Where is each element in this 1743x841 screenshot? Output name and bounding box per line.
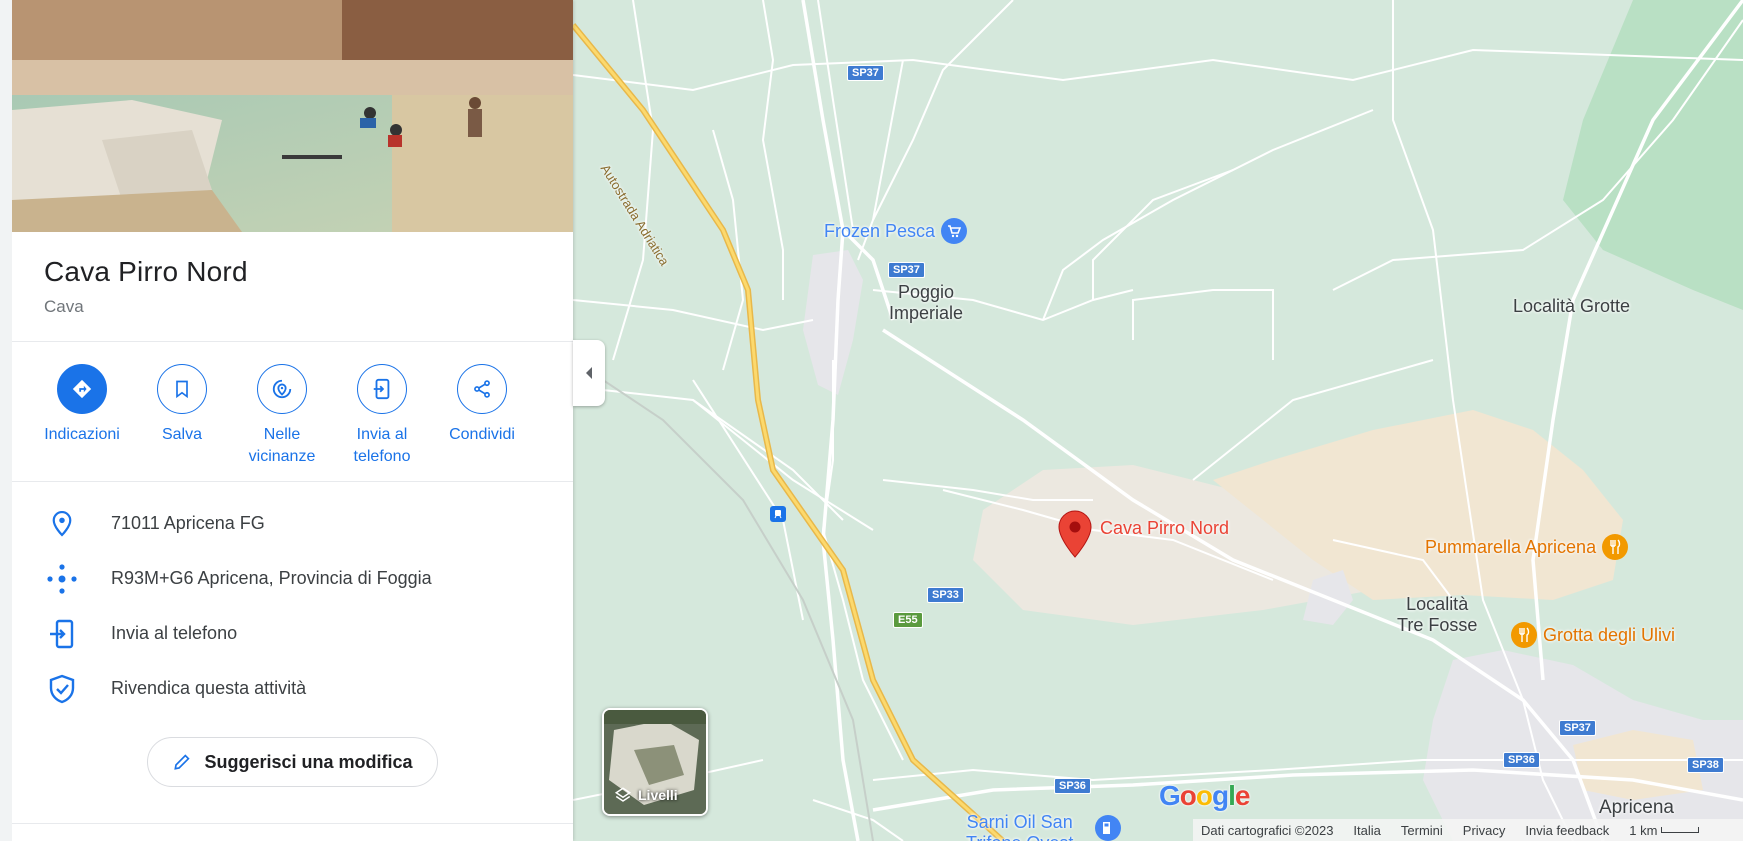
road-shield-sp37: SP37 [847, 65, 884, 81]
road-shield-sp33: SP33 [927, 587, 964, 603]
poi-frozen-pesca[interactable]: Frozen Pesca [824, 218, 968, 244]
send-to-phone-icon [50, 619, 74, 648]
pencil-icon [174, 754, 191, 770]
place-title: Cava Pirro Nord [44, 256, 248, 287]
map-pin-icon [1058, 510, 1092, 558]
claim-business-row[interactable]: Rivendica questa attività [12, 661, 573, 716]
send-to-phone-text: Invia al telefono [111, 623, 238, 643]
address-row[interactable]: 71011 Apricena FG [12, 496, 573, 551]
layers-label: Livelli [638, 787, 678, 803]
suggest-edit-label: Suggerisci una modifica [204, 751, 413, 772]
map-footer: Dati cartografici ©2023 Italia Termini P… [1193, 819, 1743, 841]
road-shield-sp38: SP38 [1687, 757, 1724, 773]
save-label: Salva [161, 426, 203, 443]
poi-label: Grotta degli Ulivi [1543, 624, 1676, 645]
place-panel: Cava Pirro Nord Cava Indicazioni Salva N… [0, 0, 573, 841]
poi-label-sarni-oil: Sarni Oil San Trifone Ovest [966, 812, 1073, 841]
restaurant-icon [1602, 534, 1629, 560]
poi-label: Pummarella Apricena [1425, 536, 1597, 557]
panel-divider [12, 823, 573, 824]
scale-bar-line [1661, 827, 1700, 833]
poi-label: Frozen Pesca [824, 220, 936, 241]
train-station-icon[interactable] [770, 506, 786, 522]
google-logo: Google [1159, 780, 1250, 811]
restaurant-icon [1511, 622, 1537, 648]
map-base [573, 0, 1743, 841]
share-icon [474, 380, 490, 398]
action-bar: Indicazioni Salva Nelle vicinanze Invia … [12, 342, 573, 482]
road-shield-sp36: SP36 [1054, 778, 1091, 794]
privacy-link[interactable]: Privacy [1463, 823, 1506, 838]
poi-grotta-degli-ulivi[interactable]: Grotta degli Ulivi [1511, 622, 1675, 648]
nearby-button[interactable]: Nelle vicinanze [232, 364, 332, 481]
town-label-apricena: Apricena [1599, 797, 1674, 818]
road-shield-sp37: SP37 [1559, 720, 1596, 736]
plus-code-text: R93M+G6 Apricena, Provincia di Foggia [111, 568, 432, 588]
selected-place-label: Cava Pirro Nord [1100, 517, 1230, 538]
area-label-tre-fosse: Località Tre Fosse [1397, 594, 1478, 635]
terms-link[interactable]: Termini [1401, 823, 1443, 838]
info-list: 71011 Apricena FG R93M+G6 Apricena, Prov… [12, 482, 573, 716]
collapse-panel-button[interactable] [573, 340, 605, 406]
plus-code-icon [47, 563, 77, 594]
send-to-phone-button[interactable]: Invia al telefono [332, 364, 432, 481]
selected-place-marker[interactable]: Cava Pirro Nord [1056, 510, 1230, 559]
town-label-poggio-imperiale: Poggio Imperiale [889, 282, 964, 323]
suggest-edit-button[interactable]: Suggerisci una modifica [147, 737, 438, 787]
shopping-cart-icon [941, 218, 968, 244]
save-button[interactable]: Salva [132, 364, 232, 481]
gas-station-icon[interactable] [1095, 815, 1121, 841]
plus-code-row[interactable]: R93M+G6 Apricena, Provincia di Foggia [12, 551, 573, 606]
area-label-localita-grotte: Località Grotte [1513, 296, 1631, 316]
shield-check-icon [49, 674, 75, 703]
location-pin-icon [52, 510, 72, 537]
claim-business-text: Rivendica questa attività [111, 678, 307, 698]
road-shield-e55: E55 [893, 612, 923, 628]
nearby-icon [272, 379, 292, 399]
share-button[interactable]: Condividi [432, 364, 532, 481]
place-category[interactable]: Cava [44, 297, 541, 317]
share-label: Condividi [449, 426, 515, 443]
send-to-phone-icon [373, 378, 390, 400]
scale-bar[interactable]: 1 km [1629, 822, 1700, 838]
scale-label: 1 km [1629, 822, 1658, 838]
road-shield-sp36: SP36 [1503, 752, 1540, 768]
layers-button[interactable]: Livelli [602, 708, 708, 816]
map-canvas[interactable]: Autostrada Adriatica SP37 SP37 SP33 E55 … [573, 0, 1743, 841]
directions-button[interactable]: Indicazioni [32, 364, 132, 481]
road-shield-sp37: SP37 [888, 262, 925, 278]
send-feedback-link[interactable]: Invia feedback [1525, 823, 1609, 838]
nearby-label: Nelle vicinanze [248, 426, 316, 465]
directions-label: Indicazioni [44, 426, 120, 443]
send-to-phone-label: Invia al telefono [353, 426, 411, 465]
place-photo[interactable] [12, 0, 573, 232]
layers-icon [614, 787, 632, 802]
country-link[interactable]: Italia [1353, 823, 1380, 838]
poi-pummarella[interactable]: Pummarella Apricena [1425, 534, 1629, 560]
chevron-left-icon [586, 367, 592, 379]
bookmark-icon [176, 380, 188, 399]
directions-icon [72, 379, 92, 399]
map-data-attribution[interactable]: Dati cartografici ©2023 [1201, 823, 1333, 838]
address-text: 71011 Apricena FG [111, 513, 265, 533]
send-to-phone-row[interactable]: Invia al telefono [12, 606, 573, 661]
